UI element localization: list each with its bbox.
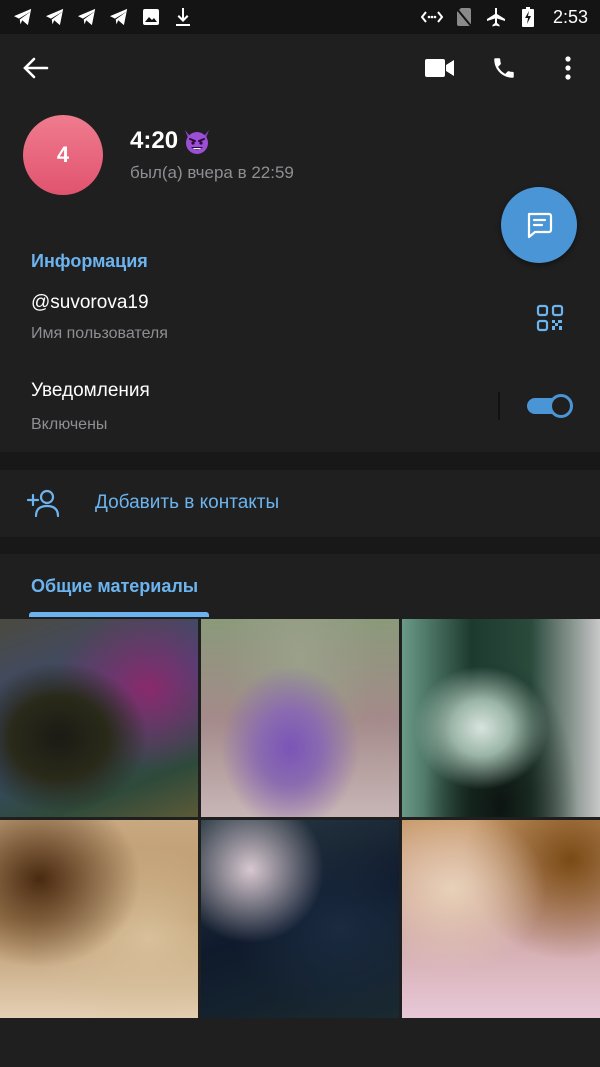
divider bbox=[498, 392, 500, 420]
avatar[interactable]: 4 bbox=[23, 115, 103, 195]
send-message-button[interactable] bbox=[501, 187, 577, 263]
clock: 2:53 bbox=[552, 6, 588, 27]
smiling-devil-emoji-icon bbox=[185, 130, 210, 154]
profile-header: 4 4:20 был(а) вчера в 22:59 bbox=[0, 34, 600, 224]
more-vertical-icon bbox=[565, 56, 571, 80]
avatar-letter: 4 bbox=[56, 142, 70, 167]
system-icons: 2:53 bbox=[420, 6, 588, 28]
tab-shared-media[interactable]: Общие материалы bbox=[31, 576, 198, 597]
profile-name-text: 4:20 bbox=[130, 127, 179, 154]
username-label: Имя пользователя bbox=[31, 325, 168, 342]
media-thumbnail[interactable] bbox=[201, 619, 399, 817]
add-user-icon bbox=[26, 489, 60, 518]
media-thumbnail[interactable] bbox=[402, 619, 600, 817]
image-icon bbox=[140, 6, 162, 28]
notifications-toggle[interactable] bbox=[527, 394, 573, 418]
media-thumbnail[interactable] bbox=[201, 820, 399, 1018]
last-seen-status: был(а) вчера в 22:59 bbox=[130, 163, 294, 182]
data-saver-icon bbox=[420, 6, 443, 28]
telegram-icon bbox=[12, 6, 34, 28]
media-grid bbox=[0, 619, 600, 1019]
notifications-label[interactable]: Уведомления bbox=[31, 380, 150, 402]
no-sim-icon bbox=[453, 6, 475, 28]
media-thumbnail[interactable] bbox=[402, 820, 600, 1018]
back-arrow-icon bbox=[23, 57, 49, 79]
video-call-icon bbox=[425, 59, 454, 77]
telegram-icon bbox=[108, 6, 130, 28]
media-thumbnail[interactable] bbox=[0, 619, 198, 817]
info-section: Информация @suvorova19 Имя пользователя … bbox=[0, 224, 600, 452]
telegram-icon bbox=[76, 6, 98, 28]
shared-media-section: Общие материалы bbox=[0, 554, 600, 1067]
phone-icon bbox=[494, 58, 514, 78]
notifications-state: Включены bbox=[31, 416, 108, 433]
video-call-button[interactable] bbox=[420, 48, 460, 88]
more-options-button[interactable] bbox=[548, 48, 588, 88]
tab-indicator bbox=[29, 612, 209, 617]
qr-code-button[interactable] bbox=[536, 304, 568, 336]
media-thumbnail[interactable] bbox=[0, 820, 198, 1018]
username-value[interactable]: @suvorova19 bbox=[31, 292, 149, 314]
back-button[interactable] bbox=[16, 48, 56, 88]
notification-icons bbox=[12, 6, 194, 28]
download-icon bbox=[172, 6, 194, 28]
message-icon bbox=[527, 212, 553, 239]
add-to-contacts-label: Добавить в контакты bbox=[95, 492, 280, 513]
call-button[interactable] bbox=[484, 48, 524, 88]
profile-name: 4:20 bbox=[130, 126, 212, 156]
info-section-title: Информация bbox=[31, 251, 148, 271]
telegram-icon bbox=[44, 6, 66, 28]
toggle-knob bbox=[549, 394, 573, 418]
battery-charging-icon bbox=[517, 6, 539, 28]
qr-code-icon bbox=[536, 304, 564, 332]
add-to-contacts-button[interactable]: Добавить в контакты bbox=[0, 470, 600, 537]
status-bar: 2:53 bbox=[0, 0, 600, 34]
airplane-icon bbox=[485, 6, 507, 28]
